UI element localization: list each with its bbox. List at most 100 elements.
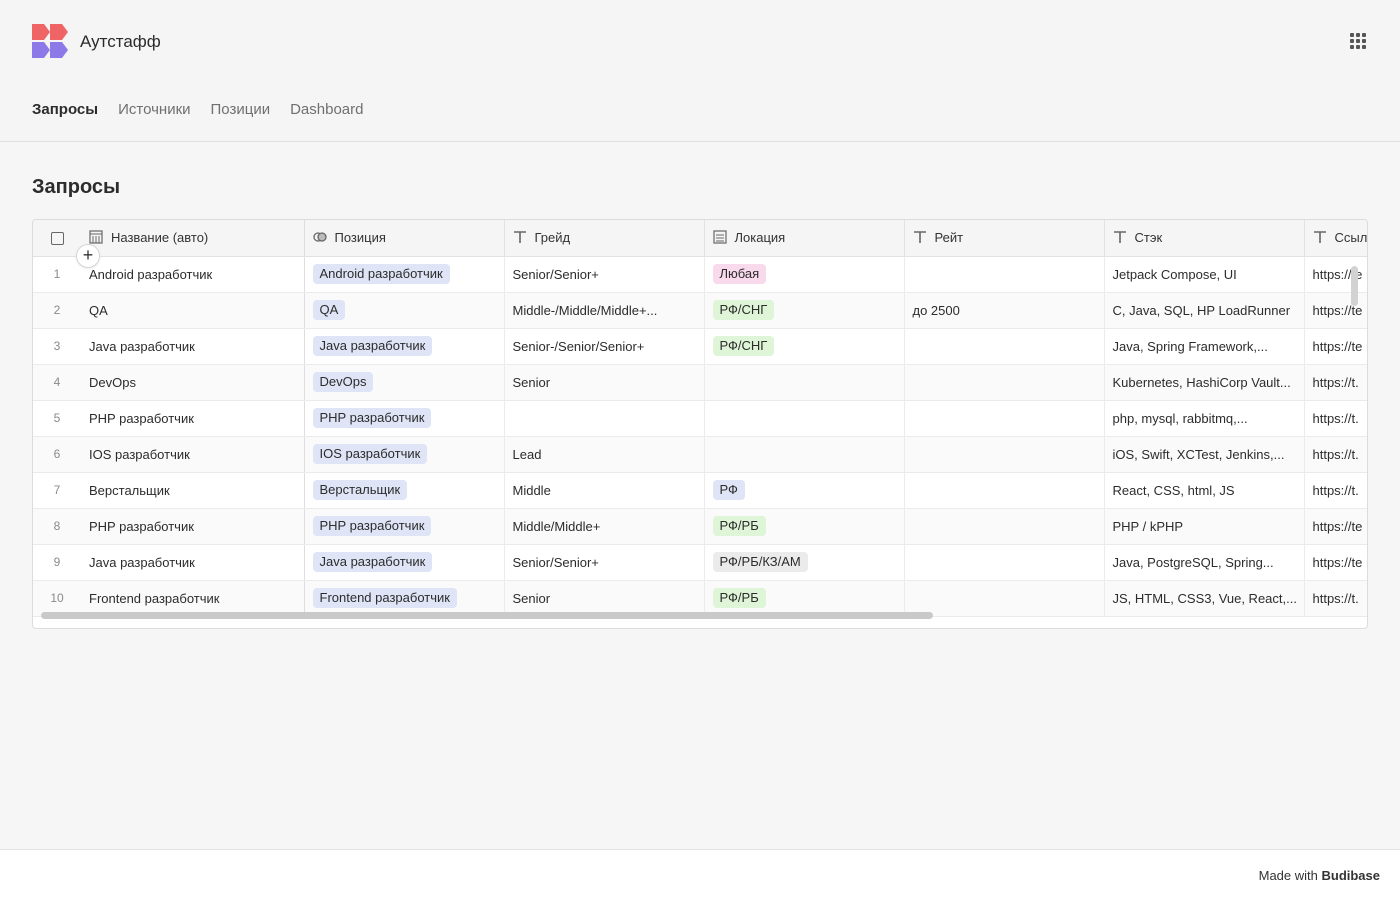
cell-stack[interactable]: React, CSS, html, JS: [1104, 472, 1305, 509]
cell-stack[interactable]: iOS, Swift, XCTest, Jenkins,...: [1104, 436, 1305, 473]
cell-name[interactable]: DevOps: [81, 364, 305, 401]
column-header-rate[interactable]: Рейт: [904, 220, 1105, 257]
cell-position[interactable]: Java разработчик: [304, 328, 505, 365]
cell-name[interactable]: PHP разработчик: [81, 508, 305, 545]
cell-name[interactable]: Java разработчик: [81, 328, 305, 365]
cell-stack[interactable]: PHP / kPHP: [1104, 508, 1305, 545]
cell-location[interactable]: [704, 364, 905, 401]
cell-rate[interactable]: [904, 364, 1105, 401]
cell-rate[interactable]: [904, 436, 1105, 473]
nav-item-dashboard[interactable]: Dashboard: [290, 101, 363, 118]
made-with-label[interactable]: Made with Budibase: [1259, 868, 1380, 883]
cell-grade[interactable]: Senior: [504, 364, 705, 401]
horizontal-scrollbar[interactable]: [41, 612, 933, 619]
cell-stack[interactable]: Kubernetes, HashiCorp Vault...: [1104, 364, 1305, 401]
select-all-checkbox[interactable]: [50, 232, 64, 246]
table-row[interactable]: 9 Java разработчик Java разработчик Senior/…: [33, 544, 1367, 581]
cell-rate[interactable]: [904, 544, 1105, 581]
table-row[interactable]: 3 Java разработчик Java разработчик Senior-…: [33, 328, 1367, 365]
table-row[interactable]: 4 DevOps DevOps Senior Kubernetes, HashiCorp…: [33, 364, 1367, 401]
cell-grade[interactable]: Senior/Senior+: [504, 256, 705, 293]
add-row-button[interactable]: +: [76, 244, 100, 268]
cell-stack[interactable]: php, mysql, rabbitmq,...: [1104, 400, 1305, 437]
column-header-name[interactable]: Название (авто): [81, 220, 305, 257]
cell-rate[interactable]: [904, 580, 1105, 617]
cell-location[interactable]: [704, 400, 905, 437]
position-tag: Java разработчик: [312, 336, 433, 356]
nav-item-positions[interactable]: Позиции: [211, 101, 271, 118]
column-header-stack[interactable]: Стэк: [1104, 220, 1305, 257]
cell-link[interactable]: https://te: [1304, 544, 1367, 581]
cell-position[interactable]: IOS разработчик: [304, 436, 505, 473]
position-tag: DevOps: [312, 372, 374, 392]
cell-link[interactable]: https://t.: [1304, 580, 1367, 617]
cell-location[interactable]: РФ/СНГ: [704, 328, 905, 365]
cell-grade[interactable]: Middle: [504, 472, 705, 509]
cell-location[interactable]: [704, 436, 905, 473]
cell-stack[interactable]: Java, Spring Framework,...: [1104, 328, 1305, 365]
cell-position[interactable]: Верстальщик: [304, 472, 505, 509]
cell-grade[interactable]: Senior/Senior+: [504, 544, 705, 581]
cell-rate[interactable]: [904, 508, 1105, 545]
cell-position[interactable]: DevOps: [304, 364, 505, 401]
cell-location[interactable]: РФ/РБ: [704, 580, 905, 617]
cell-location[interactable]: РФ/РБ: [704, 508, 905, 545]
cell-position[interactable]: PHP разработчик: [304, 400, 505, 437]
cell-location[interactable]: РФ/РБ/КЗ/АМ: [704, 544, 905, 581]
cell-link[interactable]: https://t.: [1304, 364, 1367, 401]
nav-item-sources[interactable]: Источники: [118, 101, 190, 118]
table-row[interactable]: 7 Верстальщик Верстальщик Middle РФ React, CS…: [33, 472, 1367, 509]
cell-grade[interactable]: Middle/Middle+: [504, 508, 705, 545]
cell-link[interactable]: https://t.: [1304, 436, 1367, 473]
table-row[interactable]: 5 PHP разработчик PHP разработчик php, mysq…: [33, 400, 1367, 437]
table-row[interactable]: 6 IOS разработчик IOS разработчик Lead iOS, …: [33, 436, 1367, 473]
cell-name[interactable]: Верстальщик: [81, 472, 305, 509]
cell-location[interactable]: Любая: [704, 256, 905, 293]
table-row[interactable]: 8 PHP разработчик PHP разработчик Middle/Mi…: [33, 508, 1367, 545]
column-header-position[interactable]: Позиция: [304, 220, 505, 257]
cell-link[interactable]: https://te: [1304, 256, 1367, 293]
cell-stack[interactable]: C, Java, SQL, HP LoadRunner: [1104, 292, 1305, 329]
cell-rate[interactable]: [904, 400, 1105, 437]
cell-position[interactable]: Java разработчик: [304, 544, 505, 581]
cell-grade[interactable]: [504, 400, 705, 437]
cell-location[interactable]: РФ: [704, 472, 905, 509]
cell-link[interactable]: https://t.: [1304, 472, 1367, 509]
cell-grade[interactable]: Middle-/Middle/Middle+...: [504, 292, 705, 329]
cell-stack[interactable]: JS, HTML, CSS3, Vue, React,...: [1104, 580, 1305, 617]
cell-name[interactable]: Frontend разработчик: [81, 580, 305, 617]
cell-rate[interactable]: [904, 328, 1105, 365]
table-row[interactable]: 2 QA QA Middle-/Middle/Middle+... РФ/СНГ до 2…: [33, 292, 1367, 329]
cell-grade[interactable]: Senior: [504, 580, 705, 617]
column-header-location[interactable]: Локация: [704, 220, 905, 257]
vertical-scrollbar[interactable]: [1351, 266, 1358, 306]
cell-link[interactable]: https://te: [1304, 508, 1367, 545]
cell-grade[interactable]: Lead: [504, 436, 705, 473]
cell-name[interactable]: Java разработчик: [81, 544, 305, 581]
cell-stack[interactable]: Java, PostgreSQL, Spring...: [1104, 544, 1305, 581]
nav-item-requests[interactable]: Запросы: [32, 101, 98, 118]
cell-stack[interactable]: Jetpack Compose, UI: [1104, 256, 1305, 293]
location-tag: Любая: [712, 264, 767, 284]
cell-link[interactable]: https://t.: [1304, 400, 1367, 437]
cell-link[interactable]: https://te: [1304, 328, 1367, 365]
cell-name[interactable]: PHP разработчик: [81, 400, 305, 437]
cell-name[interactable]: Android разработчик: [81, 256, 305, 293]
cell-rate[interactable]: до 2500: [904, 292, 1105, 329]
column-header-link[interactable]: Ссылка: [1304, 220, 1367, 257]
table-row[interactable]: 1 Android разработчик Android разработчик S…: [33, 256, 1367, 293]
cell-location[interactable]: РФ/СНГ: [704, 292, 905, 329]
cell-position[interactable]: Frontend разработчик: [304, 580, 505, 617]
cell-link[interactable]: https://te: [1304, 292, 1367, 329]
cell-name[interactable]: IOS разработчик: [81, 436, 305, 473]
cell-name[interactable]: QA: [81, 292, 305, 329]
cell-rate[interactable]: [904, 256, 1105, 293]
cell-grade[interactable]: Senior-/Senior/Senior+: [504, 328, 705, 365]
column-header-grade[interactable]: Грейд: [504, 220, 705, 257]
table-row[interactable]: 10 Frontend разработчик Frontend разработч…: [33, 580, 1367, 617]
apps-grid-icon[interactable]: [1350, 33, 1366, 49]
cell-position[interactable]: PHP разработчик: [304, 508, 505, 545]
cell-position[interactable]: QA: [304, 292, 505, 329]
cell-position[interactable]: Android разработчик: [304, 256, 505, 293]
cell-rate[interactable]: [904, 472, 1105, 509]
